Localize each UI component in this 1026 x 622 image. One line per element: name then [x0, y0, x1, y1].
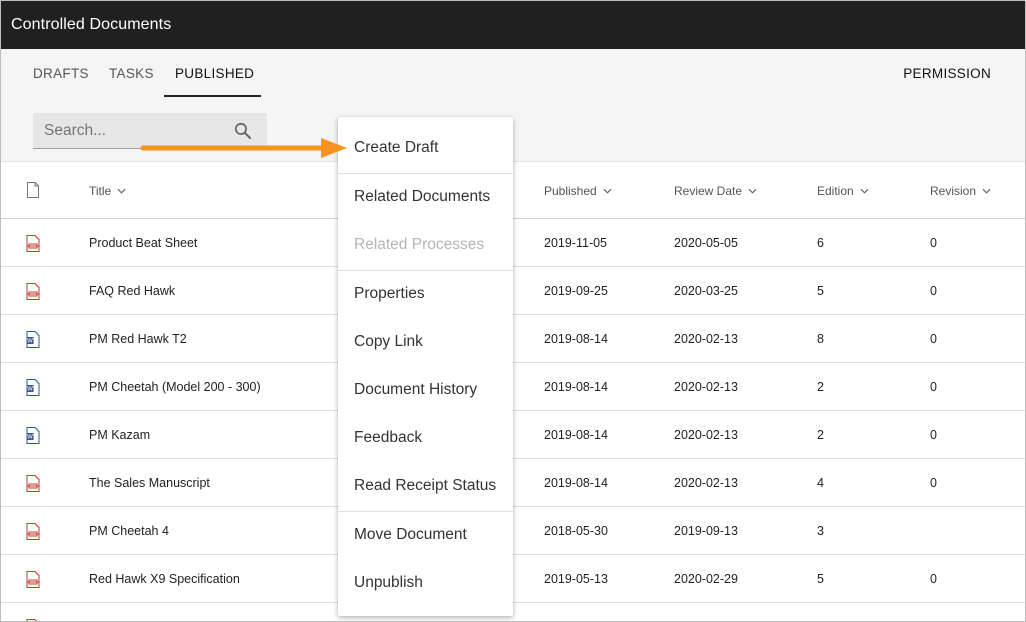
annotation-arrow-icon: [140, 138, 347, 158]
pdf-file-icon: [26, 475, 40, 492]
row-title: PM Kazam: [89, 428, 151, 442]
table-row[interactable]: PM Cheetah 4 2018-05-30 2019-09-13 3: [1, 507, 1025, 555]
chevron-down-icon: [982, 188, 991, 194]
row-title: PM Cheetah 4: [89, 524, 169, 538]
pdf-file-icon: [26, 571, 40, 588]
row-edition: 2: [817, 428, 824, 442]
svg-text:W: W: [27, 434, 33, 441]
pdf-file-icon: [26, 523, 40, 540]
row-revision: 0: [930, 380, 937, 394]
word-file-icon: W: [26, 379, 40, 396]
table-row[interactable]: W PM Cheetah (Model 200 - 300) 2019-08-1…: [1, 363, 1025, 411]
context-menu: Create Draft Related Documents Related P…: [338, 117, 513, 616]
menu-item-related-processes: Related Processes: [354, 236, 485, 253]
row-revision: 0: [930, 572, 937, 586]
row-title: PM Red Hawk T2: [89, 332, 187, 346]
row-review-date: 2020-02-13: [674, 380, 738, 394]
row-review-date: 2020-03-25: [674, 284, 738, 298]
tab-bar: DRAFTS TASKS PUBLISHED: [1, 49, 1025, 98]
row-title: The Sales Manuscript: [89, 476, 210, 490]
app-bar: Controlled Documents: [1, 1, 1025, 49]
row-edition: 3: [817, 524, 824, 538]
menu-item-read-receipt-status[interactable]: Read Receipt Status: [338, 462, 513, 510]
svg-text:W: W: [27, 386, 33, 393]
pdf-file-icon: [26, 283, 40, 300]
app-title: Controlled Documents: [11, 16, 172, 33]
chevron-down-icon: [603, 188, 612, 194]
column-header-published[interactable]: Published: [544, 163, 612, 219]
column-published-label: Published: [544, 184, 597, 198]
row-published: 2019-05-13: [544, 572, 608, 586]
row-title: Product Beat Sheet: [89, 236, 198, 250]
table-row[interactable]: W PM Red Hawk T2 2019-08-14 2020-02-13 8…: [1, 315, 1025, 363]
column-header-title[interactable]: Title: [89, 163, 126, 219]
row-edition: 2: [817, 380, 824, 394]
row-edition: 5: [817, 284, 824, 298]
row-title: PM Cheetah (Model 200 - 300): [89, 380, 261, 394]
row-revision: 0: [930, 332, 937, 346]
table-row[interactable]: FAQ Red Hawk 2019-09-25 2020-03-25 5 0: [1, 267, 1025, 315]
table-row[interactable]: Red Hawk X9 Specification 2019-05-13 202…: [1, 555, 1025, 603]
menu-item-related-documents[interactable]: Related Documents: [338, 173, 513, 221]
menu-item-document-history[interactable]: Document History: [338, 366, 513, 414]
table-header: Title Published Review Date Edition Revi…: [1, 163, 1025, 219]
row-edition: 6: [817, 236, 824, 250]
tab-published[interactable]: PUBLISHED: [175, 49, 254, 98]
row-review-date: 2020-02-13: [674, 332, 738, 346]
row-edition: 4: [817, 476, 824, 490]
app-window: Controlled Documents DRAFTS TASKS PUBLIS…: [0, 0, 1026, 622]
row-published: 2018-05-30: [544, 524, 608, 538]
row-review-date: 2020-02-13: [674, 428, 738, 442]
row-revision: 0: [930, 428, 937, 442]
tab-drafts[interactable]: DRAFTS: [33, 49, 89, 98]
row-published: 2019-08-14: [544, 428, 608, 442]
column-edition-label: Edition: [817, 184, 854, 198]
table-row[interactable]: [1, 603, 1025, 621]
row-review-date: 2020-05-05: [674, 236, 738, 250]
row-edition: 8: [817, 332, 824, 346]
menu-item-feedback[interactable]: Feedback: [338, 414, 513, 462]
row-published: 2019-08-14: [544, 332, 608, 346]
word-file-icon: W: [26, 331, 40, 348]
menu-item-move-document[interactable]: Move Document: [338, 511, 513, 559]
document-icon: [27, 182, 39, 198]
active-tab-indicator: [164, 95, 261, 97]
chevron-down-icon: [748, 188, 757, 194]
row-review-date: 2019-09-13: [674, 524, 738, 538]
row-published: 2019-08-14: [544, 476, 608, 490]
table-row[interactable]: W PM Kazam 2019-08-14 2020-02-13 2 0: [1, 411, 1025, 459]
row-title: Red Hawk X9 Specification: [89, 572, 240, 586]
row-title: FAQ Red Hawk: [89, 284, 176, 298]
column-header-revision[interactable]: Revision: [930, 163, 991, 219]
column-header-review-date[interactable]: Review Date: [674, 163, 757, 219]
menu-item-create-draft[interactable]: Create Draft: [338, 124, 513, 172]
row-edition: 5: [817, 572, 824, 586]
permission-button[interactable]: PERMISSION: [903, 49, 991, 98]
pdf-file-icon: [26, 235, 40, 252]
menu-item-unpublish[interactable]: Unpublish: [338, 559, 513, 607]
menu-item-copy-link[interactable]: Copy Link: [338, 318, 513, 366]
row-review-date: 2020-02-13: [674, 476, 738, 490]
row-published: 2019-09-25: [544, 284, 608, 298]
row-revision: 0: [930, 476, 937, 490]
row-revision: 0: [930, 284, 937, 298]
column-title-label: Title: [89, 184, 112, 198]
chevron-down-icon: [860, 188, 869, 194]
column-header-edition[interactable]: Edition: [817, 163, 869, 219]
menu-item-properties[interactable]: Properties: [338, 270, 513, 318]
row-revision: 0: [930, 236, 937, 250]
chevron-down-icon: [117, 188, 126, 194]
tab-tasks[interactable]: TASKS: [109, 49, 154, 98]
column-revision-label: Revision: [930, 184, 977, 198]
row-review-date: 2020-02-29: [674, 572, 738, 586]
word-file-icon: W: [26, 427, 40, 444]
row-published: 2019-08-14: [544, 380, 608, 394]
table-row[interactable]: Product Beat Sheet 2019-11-05 2020-05-05…: [1, 219, 1025, 267]
row-published: 2019-11-05: [544, 236, 608, 250]
table-row[interactable]: The Sales Manuscript 2019-08-14 2020-02-…: [1, 459, 1025, 507]
column-review-date-label: Review Date: [674, 184, 743, 198]
svg-text:W: W: [27, 338, 33, 345]
